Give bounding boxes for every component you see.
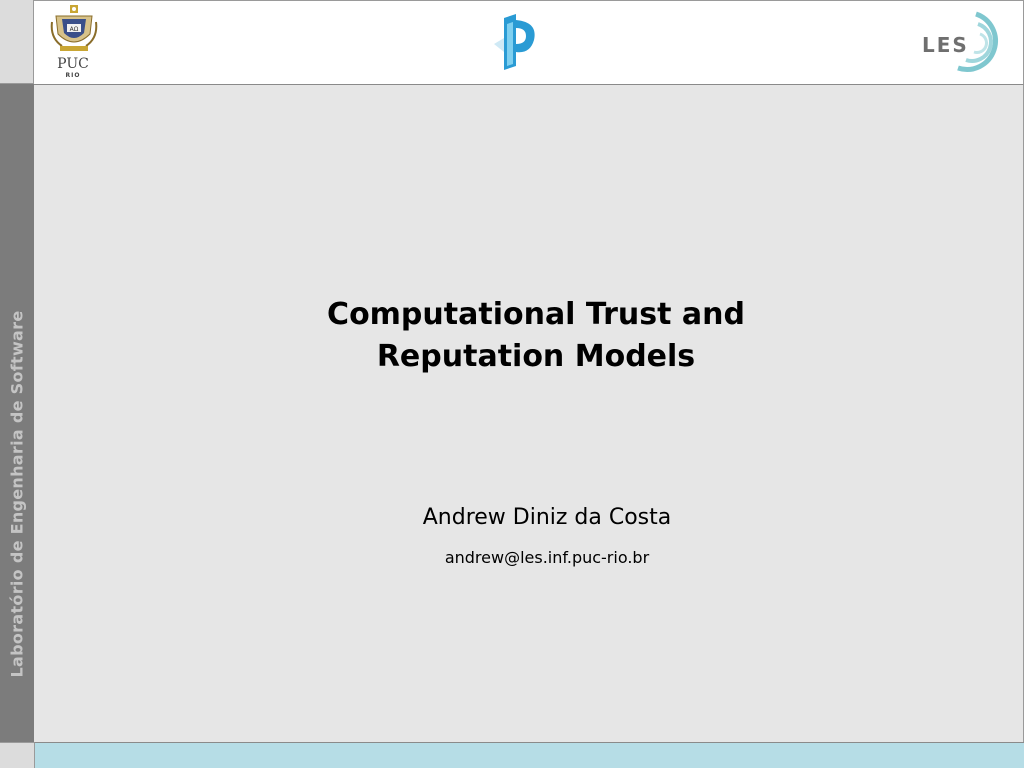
svg-text:AΩ: AΩ	[70, 26, 79, 33]
puc-rio-crest-icon: AΩ	[50, 5, 98, 51]
slide-title-line-2: Reputation Models	[376, 339, 696, 374]
top-left-corner	[0, 0, 34, 84]
rio-logo-text: RIO	[65, 72, 81, 79]
ip-logo	[494, 14, 540, 70]
puc-logo-text: PUC	[57, 56, 89, 72]
sidebar-band: Laboratório de Engenharia de Software	[0, 84, 34, 742]
slide-footer	[34, 742, 1024, 768]
slide-title: Computational Trust and Reputation Model…	[286, 294, 786, 378]
slide-content	[34, 85, 1024, 742]
slide-title-line-1: Computational Trust and	[327, 297, 745, 332]
author-name: Andrew Diniz da Costa	[422, 505, 672, 530]
les-logo-text: LES	[922, 33, 969, 57]
author-email: andrew@les.inf.puc-rio.br	[444, 548, 650, 567]
les-logo: LES	[918, 6, 1014, 78]
bottom-left-corner	[0, 742, 34, 768]
puc-rio-logo: AΩ PUC RIO	[50, 4, 98, 80]
ip-logo-icon	[494, 14, 535, 70]
sidebar-lab-label: Laboratório de Engenharia de Software	[7, 310, 27, 678]
